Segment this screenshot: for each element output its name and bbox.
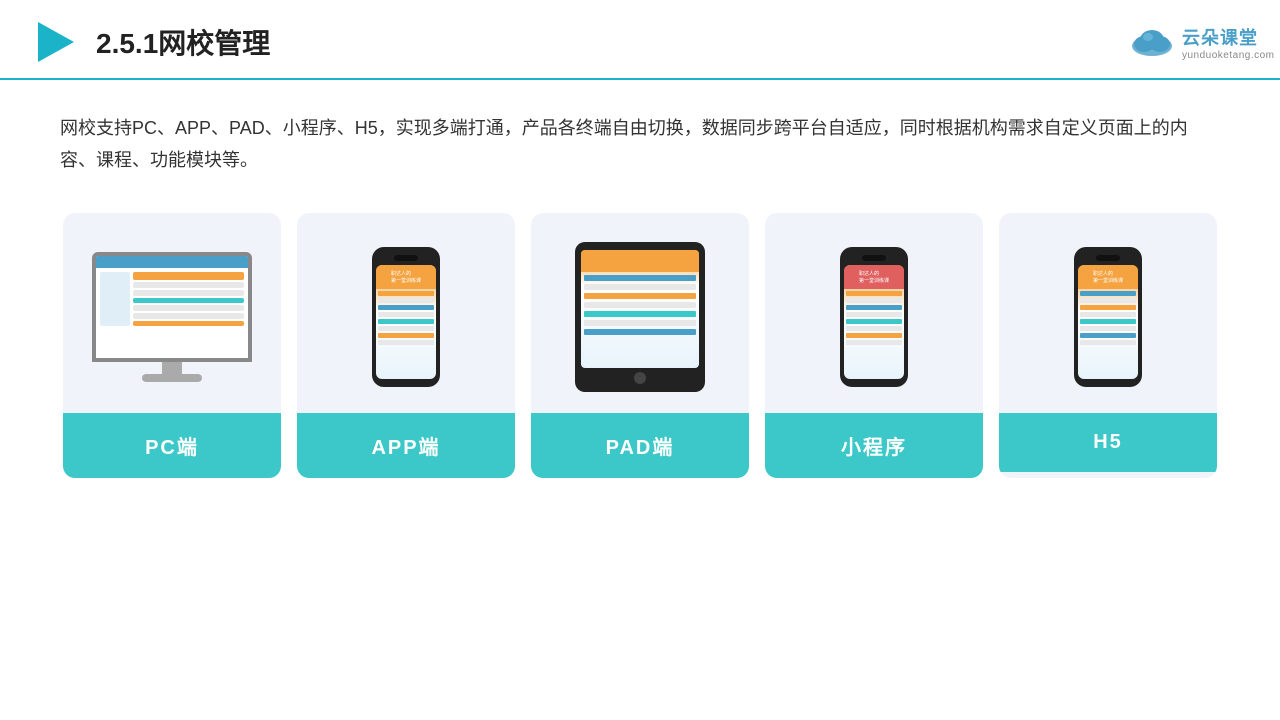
page-header: 2.5.1网校管理 云朵课堂 yunduoketang.com 教育机构一站式服… [0,0,1280,80]
logo-url: yunduoketang.com [1182,50,1275,61]
monitor-illustration [92,252,252,382]
card-miniprogram: 职达人的第一堂训练课 小程序 [765,213,983,478]
header-left: 2.5.1网校管理 [32,18,270,66]
tablet-body [575,242,705,392]
card-h5-label: H5 [999,413,1217,472]
phone-screen: 职达人的第一堂训练课 [376,265,436,379]
description-content: 网校支持PC、APP、PAD、小程序、H5，实现多端打通，产品各终端自由切换，数… [60,118,1188,170]
phone-screen-2: 职达人的第一堂训练课 [844,265,904,379]
play-icon [32,18,80,66]
page-title: 2.5.1网校管理 [96,22,270,62]
cards-container: PC端 职达人的第一堂训练课 [0,189,1280,502]
cloud-icon [1128,24,1176,60]
logo-name: 云朵课堂 [1182,24,1275,50]
card-pad-label: PAD端 [531,413,749,478]
card-app-label: APP端 [297,413,515,478]
card-pad-image [531,213,749,413]
card-pc: PC端 [63,213,281,478]
logo-text-block: 云朵课堂 yunduoketang.com [1182,24,1275,61]
phone-body-2: 职达人的第一堂训练课 [840,247,908,387]
card-miniprogram-label: 小程序 [765,413,983,478]
card-h5-image: 职达人的第一堂训练课 [999,213,1217,413]
logo-area: 云朵课堂 yunduoketang.com 教育机构一站式服务云平台 [1128,20,1248,64]
card-h5: 职达人的第一堂训练课 H5 [999,213,1217,478]
card-pad: PAD端 [531,213,749,478]
card-pc-image [63,213,281,413]
card-miniprogram-image: 职达人的第一堂训练课 [765,213,983,413]
card-app-image: 职达人的第一堂训练课 [297,213,515,413]
phone-screen-3: 职达人的第一堂训练课 [1078,265,1138,379]
card-app: 职达人的第一堂训练课 APP端 [297,213,515,478]
card-pc-label: PC端 [63,413,281,478]
logo-cloud: 云朵课堂 yunduoketang.com 教育机构一站式服务云平台 [1128,20,1248,64]
phone-body-3: 职达人的第一堂训练课 [1074,247,1142,387]
phone-body: 职达人的第一堂训练课 [372,247,440,387]
tablet-illustration [575,242,705,392]
tablet-screen [581,250,699,368]
phone-illustration-2: 职达人的第一堂训练课 [840,247,908,387]
description-text: 网校支持PC、APP、PAD、小程序、H5，实现多端打通，产品各终端自由切换，数… [0,80,1280,189]
monitor-screen [92,252,252,362]
phone-illustration-3: 职达人的第一堂训练课 [1074,247,1142,387]
phone-illustration: 职达人的第一堂训练课 [372,247,440,387]
